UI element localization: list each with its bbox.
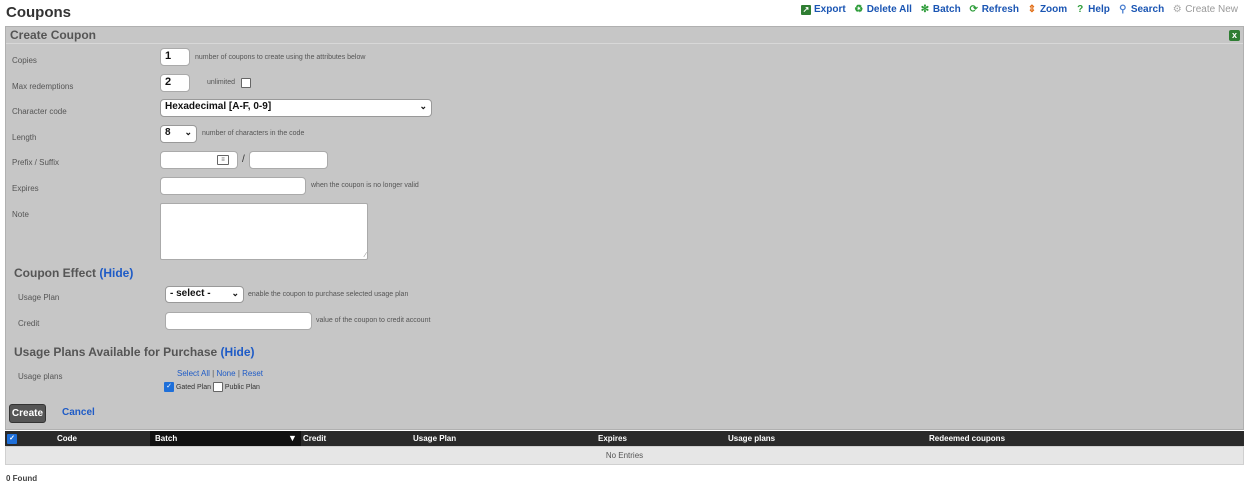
usage-plans-heading: Usage Plans Available for Purchase (14, 345, 218, 359)
create-new-button[interactable]: ⚙ Create New (1172, 4, 1238, 15)
usage-plan-select[interactable]: - select - ⌄ (165, 286, 244, 303)
gated-plan-label: Gated Plan (175, 383, 211, 391)
usage-plans-label: Usage plans (18, 372, 63, 381)
page-title: Coupons (6, 4, 71, 21)
coupon-effect-title: Coupon Effect (Hide) (14, 266, 133, 280)
help-button[interactable]: ? Help (1075, 4, 1110, 15)
gated-plan-checkbox[interactable]: ✓ (164, 382, 174, 392)
expires-label: Expires (12, 184, 39, 193)
export-icon: ↗ (801, 4, 812, 15)
usage-plans-checkboxes: ✓ Gated Plan Public Plan (164, 382, 260, 392)
suffix-input[interactable] (249, 151, 328, 169)
coupon-effect-heading: Coupon Effect (14, 266, 96, 280)
search-icon: ⚲ (1119, 3, 1127, 15)
column-usage-plans[interactable]: Usage plans (728, 434, 775, 443)
length-label: Length (12, 133, 37, 142)
id-card-icon: ≡ (217, 155, 229, 165)
prefix-suffix-separator: / (242, 154, 245, 165)
none-link[interactable]: None (216, 369, 235, 378)
link-separator: | (212, 369, 215, 378)
column-expires[interactable]: Expires (598, 434, 627, 443)
recycle-icon: ♻ (854, 3, 864, 15)
copies-hint: number of coupons to create using the at… (195, 54, 366, 61)
usage-plan-hint: enable the coupon to purchase selected u… (248, 291, 409, 298)
batch-button[interactable]: ✻ Batch (920, 4, 961, 15)
max-redemptions-label: Max redemptions (12, 82, 74, 91)
search-button[interactable]: ⚲ Search (1118, 4, 1164, 15)
usage-plan-value: - select - (170, 288, 211, 299)
note-label: Note (12, 210, 29, 219)
column-code[interactable]: Code (57, 434, 77, 443)
chevron-down-icon: ⌄ (184, 127, 192, 137)
unlimited-label: unlimited (207, 79, 236, 86)
sort-down-icon[interactable]: ▼ (288, 433, 297, 443)
help-icon: ? (1077, 3, 1084, 15)
select-all-link[interactable]: Select All (177, 369, 210, 378)
export-button[interactable]: ↗ Export (801, 4, 846, 15)
create-button[interactable]: Create (9, 404, 46, 423)
usage-plans-hide-link[interactable]: (Hide) (221, 345, 255, 359)
close-icon[interactable]: x (1229, 30, 1240, 41)
divider (6, 43, 1243, 44)
refresh-button[interactable]: ⟳ Refresh (969, 3, 1018, 15)
create-new-icon: ⚙ (1172, 3, 1182, 15)
cancel-button[interactable]: Cancel (62, 407, 95, 418)
credit-hint: value of the coupon to credit account (316, 317, 431, 324)
credit-label: Credit (18, 319, 40, 328)
prefix-input[interactable]: ≡ (160, 151, 238, 169)
usage-plans-links: Select All | None | Reset (177, 369, 263, 378)
found-count: 0 Found (6, 474, 38, 483)
delete-all-button[interactable]: ♻ Delete All (854, 4, 912, 15)
chevron-down-icon: ⌄ (231, 288, 239, 298)
usage-plan-label: Usage Plan (18, 293, 60, 302)
grid-header: ✓ Code Batch ▼ Credit Usage Plan Expires… (5, 431, 1244, 446)
reset-link[interactable]: Reset (242, 369, 263, 378)
column-usage-plan[interactable]: Usage Plan (413, 434, 456, 443)
length-hint: number of characters in the code (202, 130, 305, 137)
coupon-effect-hide-link[interactable]: (Hide) (99, 266, 133, 280)
link-separator: | (237, 369, 240, 378)
copies-input[interactable]: 1 (160, 48, 190, 66)
public-plan-label: Public Plan (224, 383, 260, 391)
zoom-icon: ⇕ (1027, 3, 1037, 15)
character-code-value: Hexadecimal [A-F, 0-9] (165, 101, 272, 112)
refresh-icon: ⟳ (969, 3, 978, 15)
panel-title: Create Coupon (10, 28, 97, 42)
zoom-button[interactable]: ⇕ Zoom (1027, 4, 1067, 15)
resize-handle-icon[interactable]: ∕ (365, 252, 366, 259)
copies-label: Copies (12, 56, 37, 65)
note-textarea[interactable]: ∕ (160, 203, 368, 260)
character-code-label: Character code (12, 107, 67, 116)
column-batch[interactable]: Batch (155, 434, 177, 443)
length-value: 8 (165, 127, 171, 138)
unlimited-checkbox[interactable] (241, 78, 251, 88)
grid-empty-row: No Entries (5, 446, 1244, 465)
expires-input[interactable] (160, 177, 306, 195)
column-credit[interactable]: Credit (303, 434, 326, 443)
toolbar: ↗ Export ♻ Delete All ✻ Batch ⟳ Refresh … (801, 4, 1238, 15)
prefix-suffix-label: Prefix / Suffix (12, 158, 59, 167)
usage-plans-section-title: Usage Plans Available for Purchase (Hide… (14, 345, 255, 359)
chevron-down-icon: ⌄ (419, 101, 427, 111)
batch-icon: ✻ (920, 3, 930, 15)
character-code-select[interactable]: Hexadecimal [A-F, 0-9] ⌄ (160, 99, 432, 117)
credit-input[interactable] (165, 312, 312, 330)
public-plan-checkbox[interactable] (212, 382, 223, 392)
select-all-checkbox[interactable]: ✓ (7, 434, 17, 444)
max-redemptions-input[interactable]: 2 (160, 74, 190, 92)
create-coupon-panel: Create Coupon x Copies 1 number of coupo… (5, 26, 1244, 430)
expires-hint: when the coupon is no longer valid (311, 182, 419, 189)
length-select[interactable]: 8 ⌄ (160, 125, 197, 143)
column-redeemed-coupons[interactable]: Redeemed coupons (929, 434, 1005, 443)
